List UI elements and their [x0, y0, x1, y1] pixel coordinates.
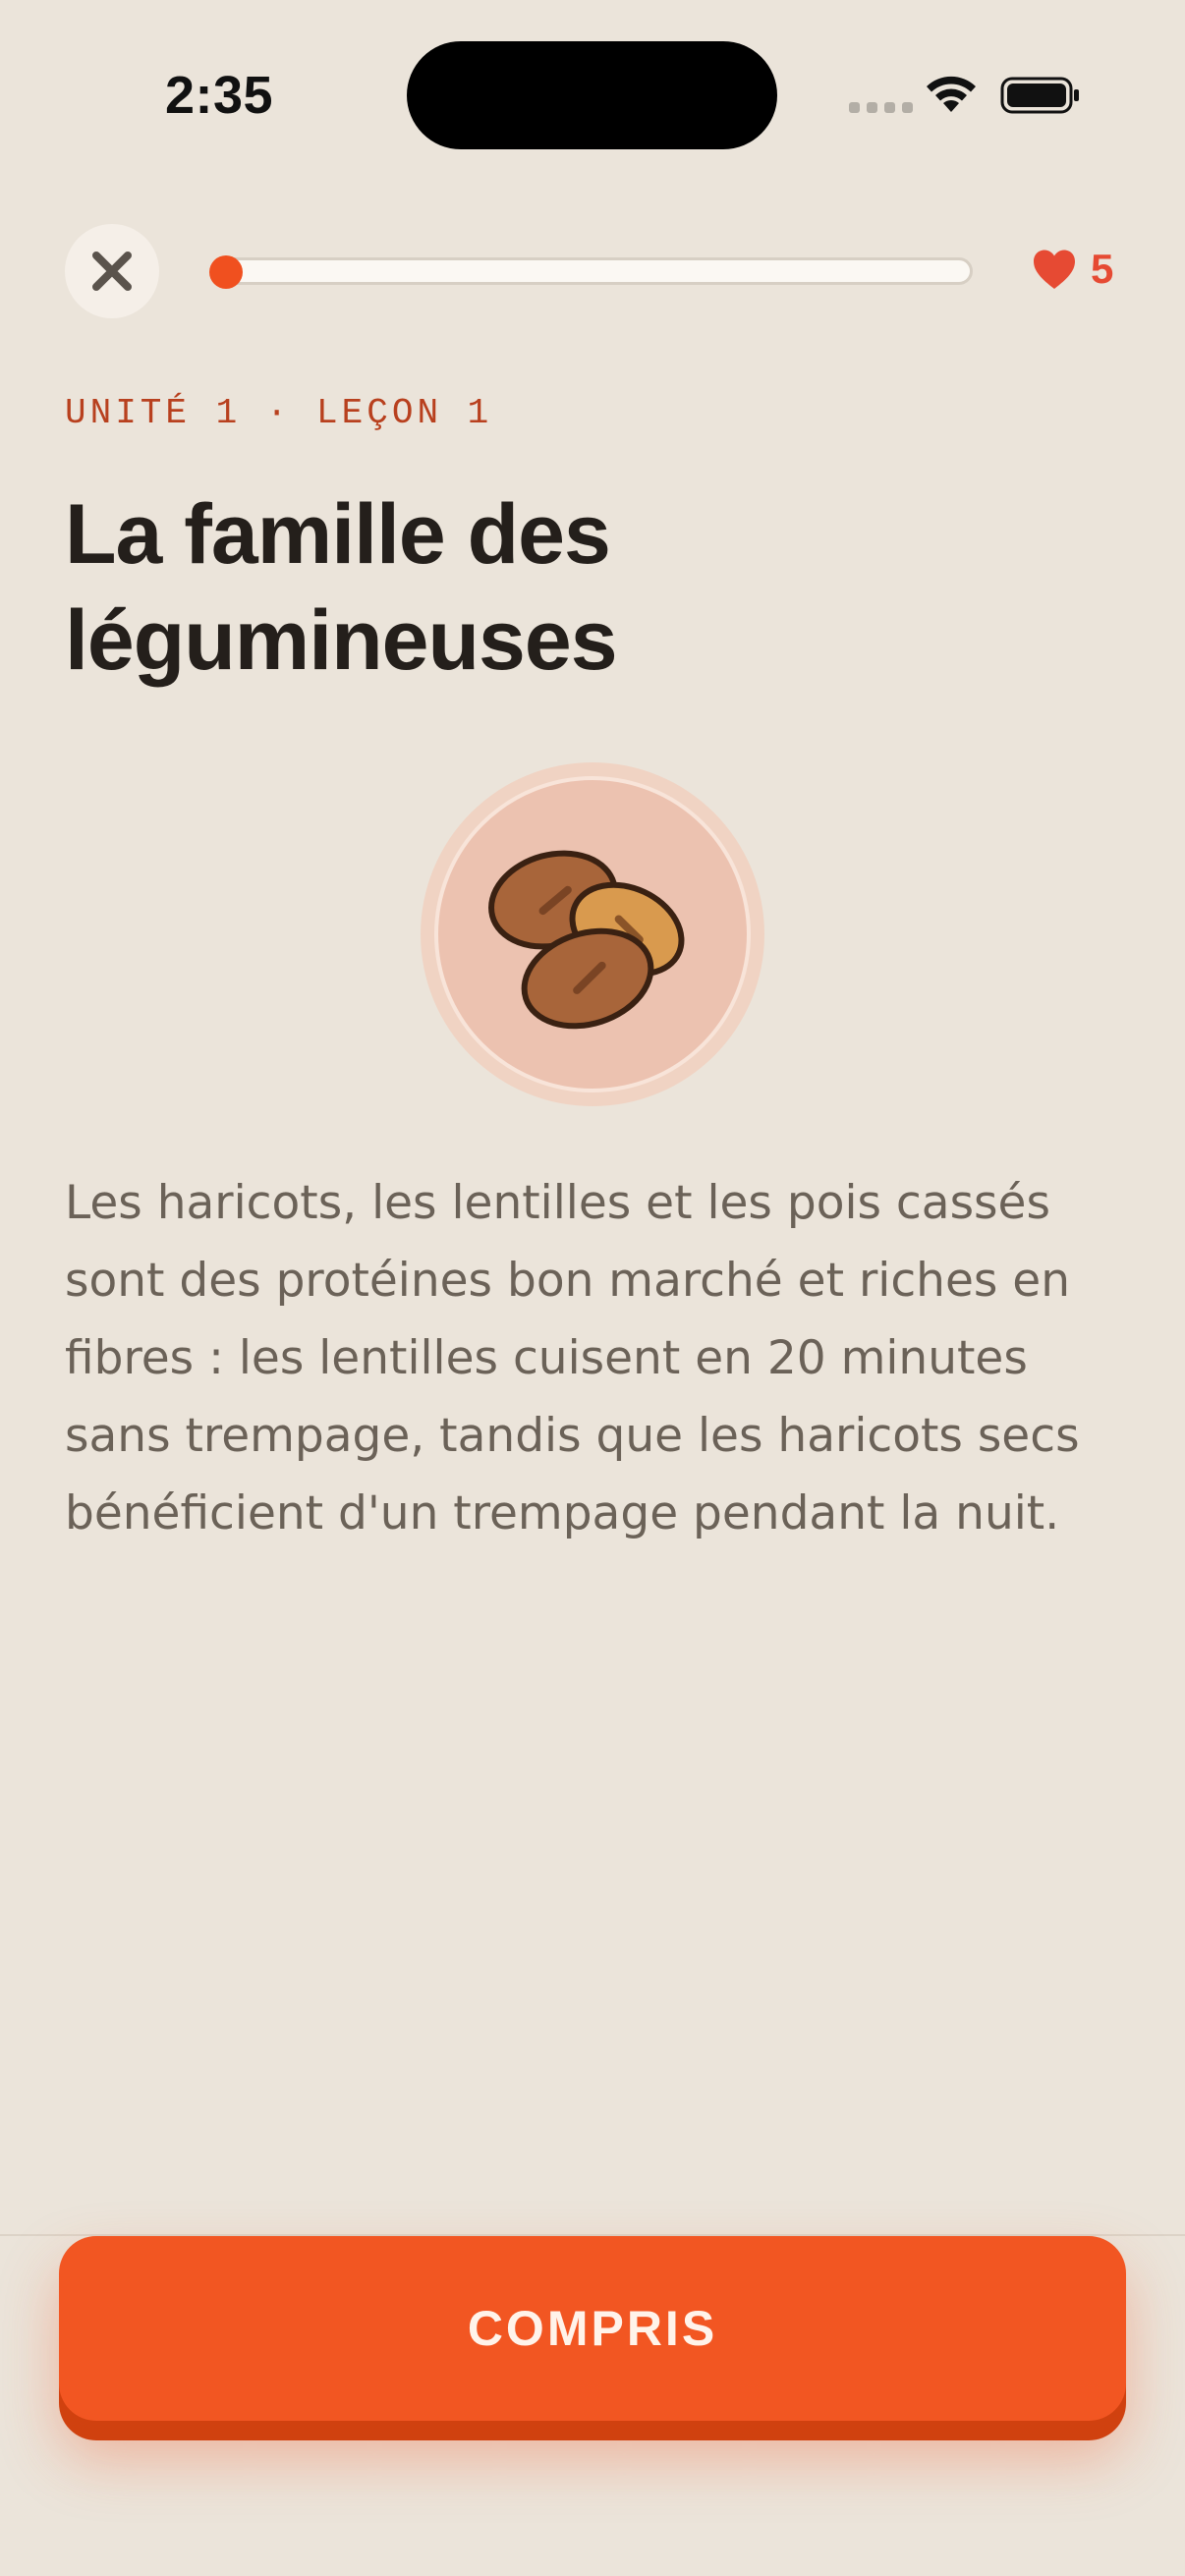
- lesson-title: La famille des légumineuses: [65, 487, 618, 688]
- hearts-count: 5: [1091, 246, 1114, 292]
- beans-icon: [488, 850, 685, 1030]
- close-icon: [92, 252, 132, 291]
- lesson-progress-bar: [214, 257, 973, 285]
- hearts-counter: 5: [1032, 246, 1113, 293]
- heart-icon: [1034, 250, 1075, 289]
- dynamic-island: [407, 41, 777, 149]
- lesson-body-text: Les haricots, les lentilles et les pois …: [65, 1176, 1080, 1540]
- continue-button[interactable]: COMPRIS: [59, 2236, 1126, 2421]
- lesson-screen: 2:35 5 UNITÉ 1 · LEÇON 1 La famille des …: [0, 0, 1185, 2576]
- close-button[interactable]: [65, 224, 159, 318]
- lesson-eyebrow: UNITÉ 1 · LEÇON 1: [65, 393, 493, 433]
- lesson-progress-indicator: [209, 255, 243, 289]
- battery-icon: [1000, 77, 1079, 114]
- status-time: 2:35: [165, 66, 274, 125]
- wifi-icon: [927, 76, 976, 112]
- lesson-illustration: [421, 762, 764, 1106]
- cellular-signal-icon: [849, 102, 913, 113]
